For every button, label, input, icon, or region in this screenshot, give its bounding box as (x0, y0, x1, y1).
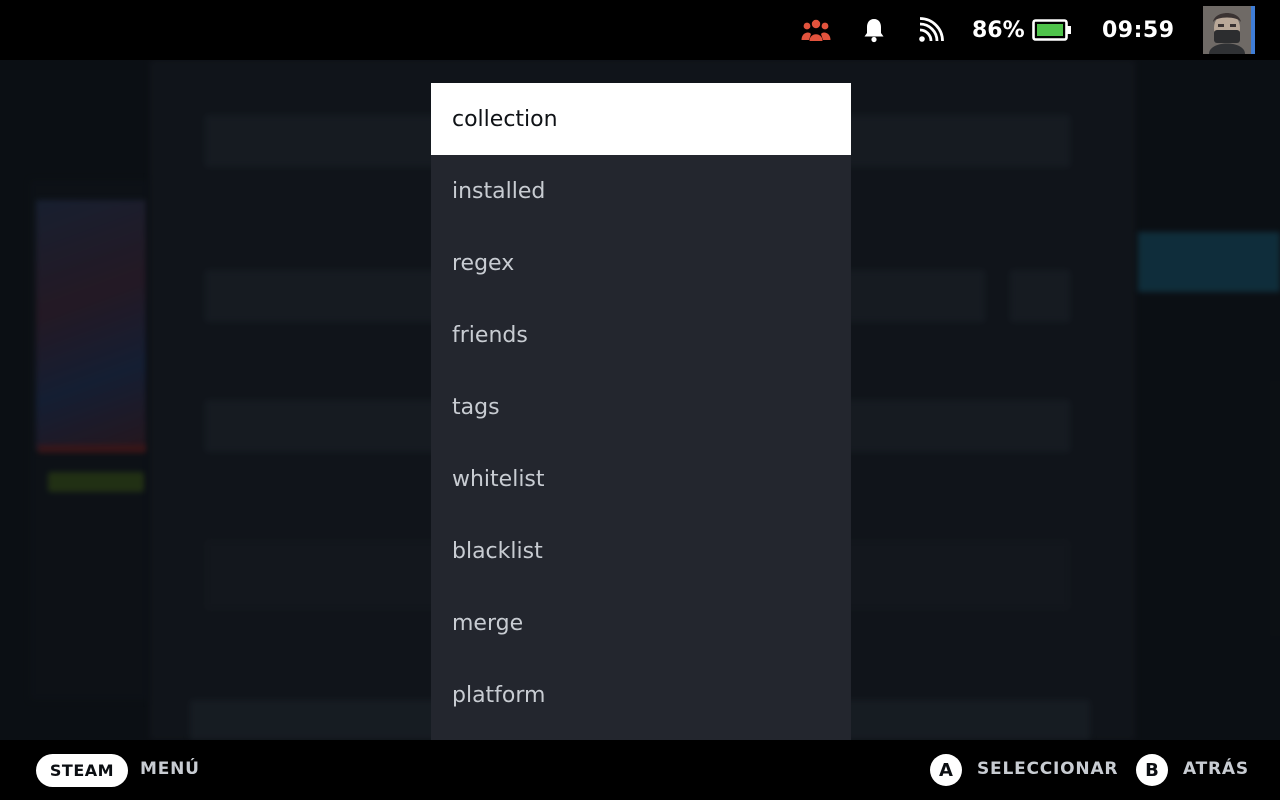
avatar[interactable] (1203, 6, 1251, 54)
dropdown-option-regex[interactable]: regex (431, 227, 851, 299)
dropdown-option-tags[interactable]: tags (431, 371, 851, 443)
dropdown-option-platform[interactable]: platform (431, 659, 851, 731)
filter-type-dropdown-list: collection installed regex friends tags white… (431, 83, 851, 740)
back-label: ATRÁS (1183, 759, 1249, 779)
a-button-icon[interactable]: A (930, 754, 962, 786)
friends-icon[interactable] (800, 0, 832, 60)
status-bar: 86% 09:59 (0, 0, 1280, 60)
select-label: SELECCIONAR (977, 759, 1119, 779)
steam-button[interactable]: STEAM (36, 754, 128, 787)
b-button-icon[interactable]: B (1136, 754, 1168, 786)
dropdown-option-friends[interactable]: friends (431, 299, 851, 371)
menu-label: MENÚ (140, 759, 200, 779)
bell-icon[interactable] (860, 0, 888, 60)
wifi-icon (916, 0, 946, 60)
battery-icon (1032, 0, 1072, 60)
dropdown-option-merge[interactable]: merge (431, 587, 851, 659)
clock: 09:59 (1102, 17, 1175, 43)
avatar-status-indicator (1251, 6, 1255, 54)
dropdown-option-collection[interactable]: collection (431, 83, 851, 155)
dropdown-option-installed[interactable]: installed (431, 155, 851, 227)
dropdown-option-whitelist[interactable]: whitelist (431, 443, 851, 515)
battery-percent: 86% (972, 17, 1025, 43)
dropdown-option-blacklist[interactable]: blacklist (431, 515, 851, 587)
controller-hints-bar: STEAM MENÚ A SELECCIONAR B ATRÁS (0, 740, 1280, 800)
